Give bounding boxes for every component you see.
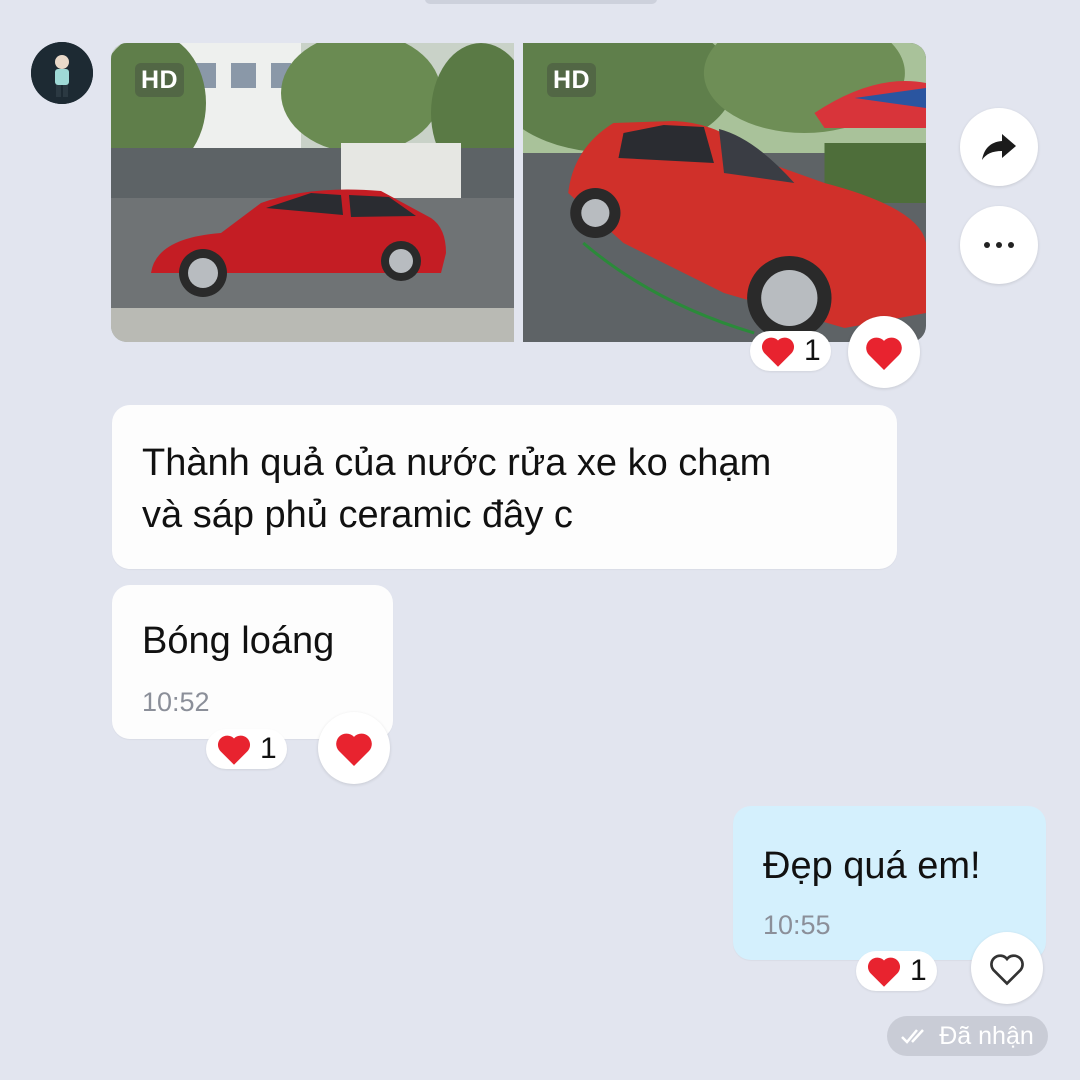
- message-reaction-count[interactable]: 1: [856, 951, 937, 991]
- share-button[interactable]: [960, 108, 1038, 186]
- hd-badge: HD: [547, 63, 597, 97]
- heart-icon: [866, 337, 902, 370]
- message-text: Bóng loáng: [142, 620, 335, 662]
- heart-icon: [217, 735, 251, 765]
- car-photo-1[interactable]: HD: [111, 43, 514, 342]
- reaction-count: 1: [910, 954, 927, 987]
- avatar[interactable]: [31, 42, 93, 104]
- react-button[interactable]: [971, 932, 1043, 1004]
- delivery-status: Đã nhận: [887, 1016, 1048, 1056]
- photo-reaction-count[interactable]: 1: [750, 331, 831, 371]
- photo-react-button[interactable]: [848, 316, 920, 388]
- heart-icon: [336, 733, 372, 766]
- message-text: Đẹp quá em!: [763, 845, 981, 887]
- status-label: Đã nhận: [939, 1021, 1034, 1050]
- reaction-count: 1: [260, 732, 277, 765]
- message-time: 10:52: [142, 687, 210, 717]
- message-time: 10:55: [763, 910, 831, 940]
- message-text: Thành quả của nước rửa xe ko chạm và sáp…: [142, 442, 772, 536]
- heart-icon: [761, 337, 795, 367]
- react-button[interactable]: [318, 712, 390, 784]
- heart-outline-icon: [990, 953, 1024, 985]
- reaction-count: 1: [804, 334, 821, 367]
- message-bubble-incoming[interactable]: Thành quả của nước rửa xe ko chạm và sáp…: [112, 405, 897, 569]
- heart-icon: [867, 957, 901, 987]
- more-options-button[interactable]: [960, 206, 1038, 284]
- top-handle: [425, 0, 657, 4]
- more-dots-icon: [984, 242, 1014, 248]
- double-check-icon: [901, 1029, 925, 1044]
- share-arrow-icon: [982, 134, 1016, 160]
- hd-badge: HD: [135, 63, 185, 97]
- message-reaction-count[interactable]: 1: [206, 729, 287, 769]
- car-photo-2[interactable]: HD: [523, 43, 926, 342]
